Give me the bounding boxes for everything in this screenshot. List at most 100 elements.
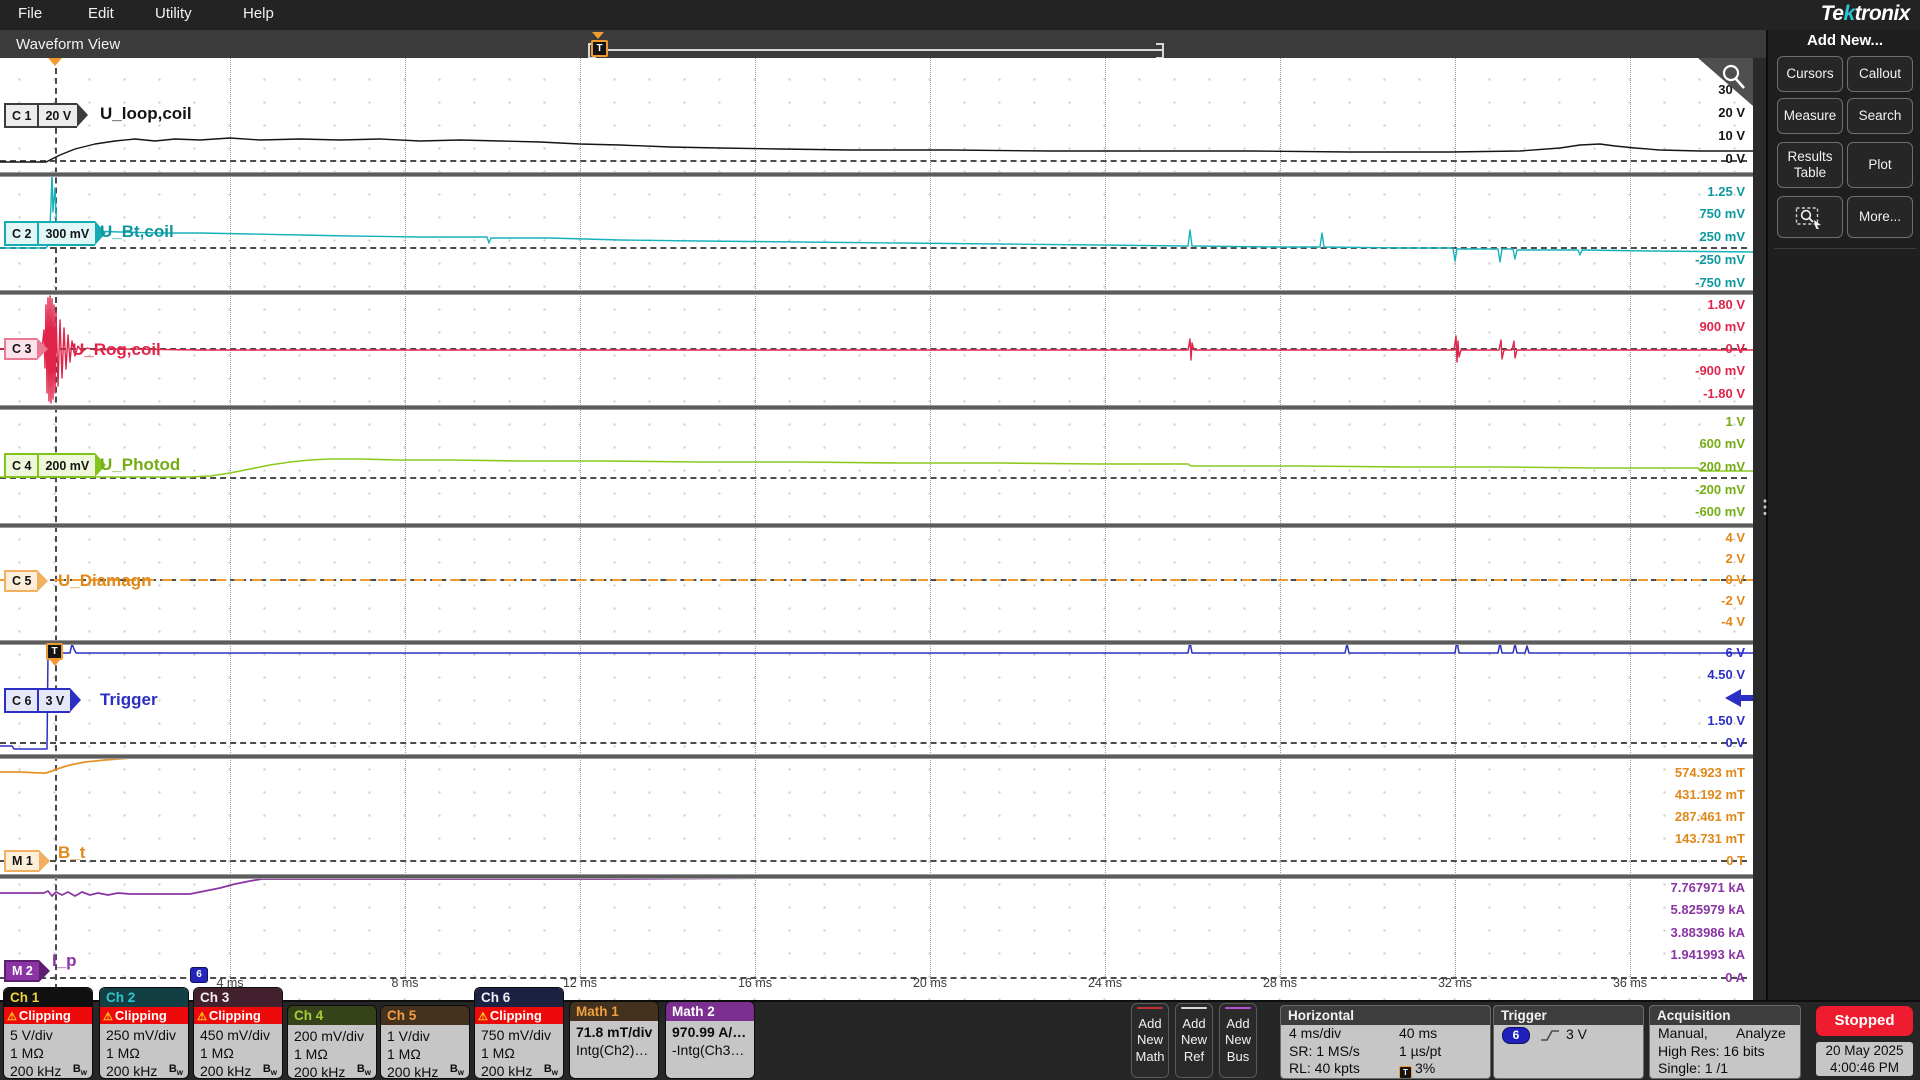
channel-badge-c6[interactable]: C 63 V: [4, 688, 81, 713]
trace-I_p: [0, 878, 780, 896]
channel-badge-c3[interactable]: C 3: [4, 338, 48, 360]
channel-badge-c2[interactable]: C 2300 mV: [4, 221, 106, 246]
axis-label: 20 V: [1635, 105, 1745, 120]
trace-Trigger: [0, 641, 1753, 749]
horizontal-row-left: RL: 40 kpts: [1289, 1060, 1360, 1078]
trace-U_Photod: [0, 459, 1753, 477]
trigger-level-value: 3 V: [1566, 1026, 1587, 1044]
zoom-select-button[interactable]: [1777, 196, 1843, 238]
trigger-level-t-marker[interactable]: T: [46, 643, 63, 660]
axis-label: 0 V: [1635, 735, 1745, 750]
waveform-plot-area[interactable]: 30 V20 V10 V0 V1.25 V750 mV250 mV-250 mV…: [0, 58, 1753, 1000]
badge-header: Math 2: [666, 1002, 754, 1021]
horizontal-position-slider[interactable]: [596, 49, 1162, 51]
waveform-label-U_Bt,coil[interactable]: U_Bt,coil: [100, 222, 174, 242]
waveform-label-B_t[interactable]: B_t: [58, 843, 85, 863]
badge-row: 1 MΩ: [288, 1045, 376, 1063]
bottom-badge-ch3[interactable]: Ch 3⚠Clipping450 mV/div1 MΩ200 kHzBw: [194, 988, 282, 1078]
measure-button[interactable]: Measure: [1777, 98, 1843, 134]
badge-row: 970.99 A/…: [666, 1023, 754, 1041]
horizontal-row-right: 1 µs/pt: [1399, 1043, 1441, 1061]
callout-button[interactable]: Callout: [1847, 56, 1913, 92]
badge-header: Ch 3: [194, 988, 282, 1007]
warning-icon: ⚠: [197, 1011, 207, 1023]
trigger-panel[interactable]: Trigger63 V: [1493, 1005, 1644, 1079]
trigger-position-top-marker-icon[interactable]: [48, 58, 62, 66]
trigger-position-triangle-icon[interactable]: [592, 32, 604, 39]
bottom-badge-ch6[interactable]: Ch 6⚠Clipping750 mV/div1 MΩ200 kHzBw: [475, 988, 563, 1078]
menu-item-file[interactable]: File: [18, 5, 42, 22]
acquisition-panel[interactable]: AcquisitionManual,AnalyzeHigh Res: 16 bi…: [1649, 1005, 1801, 1079]
waveform-label-Trigger[interactable]: Trigger: [100, 690, 158, 710]
channel-badge-c4[interactable]: C 4200 mV: [4, 453, 106, 478]
axis-label: 4.50 V: [1635, 667, 1745, 682]
badge-body: 5 V/div1 MΩ200 kHzBw: [4, 1024, 92, 1078]
add-new-ref-button[interactable]: AddNewRef: [1175, 1003, 1213, 1078]
warning-icon: ⚠: [478, 1011, 488, 1023]
horizontal-slider-right-bracket[interactable]: [1156, 43, 1164, 59]
badge-body: 200 mV/div1 MΩ200 kHzBw: [288, 1025, 376, 1078]
axis-label: -750 mV: [1635, 275, 1745, 290]
plot-button[interactable]: Plot: [1847, 142, 1913, 188]
channel-badge-c1[interactable]: C 120 V: [4, 103, 88, 128]
trigger-position-handle[interactable]: T: [591, 40, 608, 57]
channel-badge-m1[interactable]: M 1: [4, 850, 50, 872]
clipping-warning: ⚠Clipping: [4, 1007, 92, 1024]
axis-label: 600 mV: [1635, 436, 1745, 451]
add-new-math-button[interactable]: AddNewMath: [1131, 1003, 1169, 1078]
sidebar-button-label: Plot: [1864, 157, 1895, 173]
badge-channel-name: Math 1: [576, 1004, 619, 1019]
bottom-badge-ch5[interactable]: Ch 51 V/div1 MΩ200 kHzBw: [381, 1006, 469, 1078]
time-axis-label: 24 ms: [1088, 976, 1122, 990]
bottom-badge-ch2[interactable]: Ch 2⚠Clipping250 mV/div1 MΩ200 kHzBw: [100, 988, 188, 1078]
drag-handle-icon[interactable]: ⋮: [1756, 498, 1774, 516]
bottom-badge-ch1[interactable]: Ch 1⚠Clipping5 V/div1 MΩ200 kHzBw: [4, 988, 92, 1078]
trigger-level-arrow-icon[interactable]: [1725, 689, 1741, 707]
menu-item-edit[interactable]: Edit: [88, 5, 114, 22]
panel-title: Horizontal: [1281, 1006, 1490, 1025]
badge-header: Ch 4: [288, 1006, 376, 1025]
acquisition-row: High Res: 16 bits: [1650, 1043, 1800, 1061]
channel-badge-m2[interactable]: M 2: [4, 960, 50, 982]
waveform-label-I_p[interactable]: I_p: [52, 951, 77, 971]
horizontal-panel[interactable]: Horizontal4 ms/div40 msSR: 1 MS/s1 µs/pt…: [1280, 1005, 1491, 1079]
horizontal-row: RL: 40 kptsT3%: [1281, 1060, 1490, 1078]
menu-item-help[interactable]: Help: [243, 5, 274, 22]
time-axis-label: 16 ms: [738, 976, 772, 990]
bandwidth-limit-icon: Bw: [357, 1063, 371, 1077]
waveform-label-U_Rog,coil[interactable]: U_Rog,coil: [72, 340, 161, 360]
panel-title: Trigger: [1494, 1006, 1643, 1025]
results-table-button[interactable]: Results Table: [1777, 142, 1843, 188]
waveform-view-title: Waveform View: [16, 36, 120, 53]
bottom-badge-math1[interactable]: Math 171.8 mT/divIntg(Ch2)…: [570, 1002, 658, 1078]
menu-item-utility[interactable]: Utility: [155, 5, 192, 22]
axis-label: -900 mV: [1635, 363, 1745, 378]
cursors-button[interactable]: Cursors: [1777, 56, 1843, 92]
time-axis-label: 32 ms: [1438, 976, 1472, 990]
waveform-label-U_loop,coil[interactable]: U_loop,coil: [100, 104, 192, 124]
axis-label: 1.80 V: [1635, 297, 1745, 312]
channel-badge-id: C 4: [4, 453, 37, 478]
acquisition-row-left: High Res: 16 bits: [1658, 1043, 1765, 1061]
clipping-label: Clipping: [115, 1008, 167, 1023]
more--button[interactable]: More...: [1847, 196, 1913, 238]
search-button[interactable]: Search: [1847, 98, 1913, 134]
acquisition-status-badge[interactable]: Stopped: [1816, 1006, 1913, 1036]
axis-label: 0 V: [1635, 151, 1745, 166]
waveform-label-U_Photod[interactable]: U_Photod: [100, 455, 180, 475]
add-new-label-line: New: [1132, 1032, 1168, 1048]
trace-U_loop,coil: [0, 138, 1753, 162]
bottom-badge-ch4[interactable]: Ch 4200 mV/div1 MΩ200 kHzBw: [288, 1006, 376, 1078]
waveform-label-U_Diamagn[interactable]: U_Diamagn: [58, 571, 152, 591]
badge-header: Ch 1: [4, 988, 92, 1007]
trace-B_t: [0, 756, 208, 773]
badge-row: 1 V/div: [381, 1027, 469, 1045]
bottom-badge-math2[interactable]: Math 2970.99 A/…-Intg(Ch3…: [666, 1002, 754, 1078]
badge-channel-name: Ch 2: [106, 990, 135, 1005]
sidebar-button-label: Search: [1855, 108, 1906, 124]
badge-channel-name: Ch 5: [387, 1008, 416, 1023]
sidebar-button-label: Results Table: [1778, 149, 1842, 180]
add-new-bus-button[interactable]: AddNewBus: [1219, 1003, 1257, 1078]
channel-badge-c5[interactable]: C 5: [4, 570, 48, 592]
channel-badge-id: C 1: [4, 103, 37, 128]
